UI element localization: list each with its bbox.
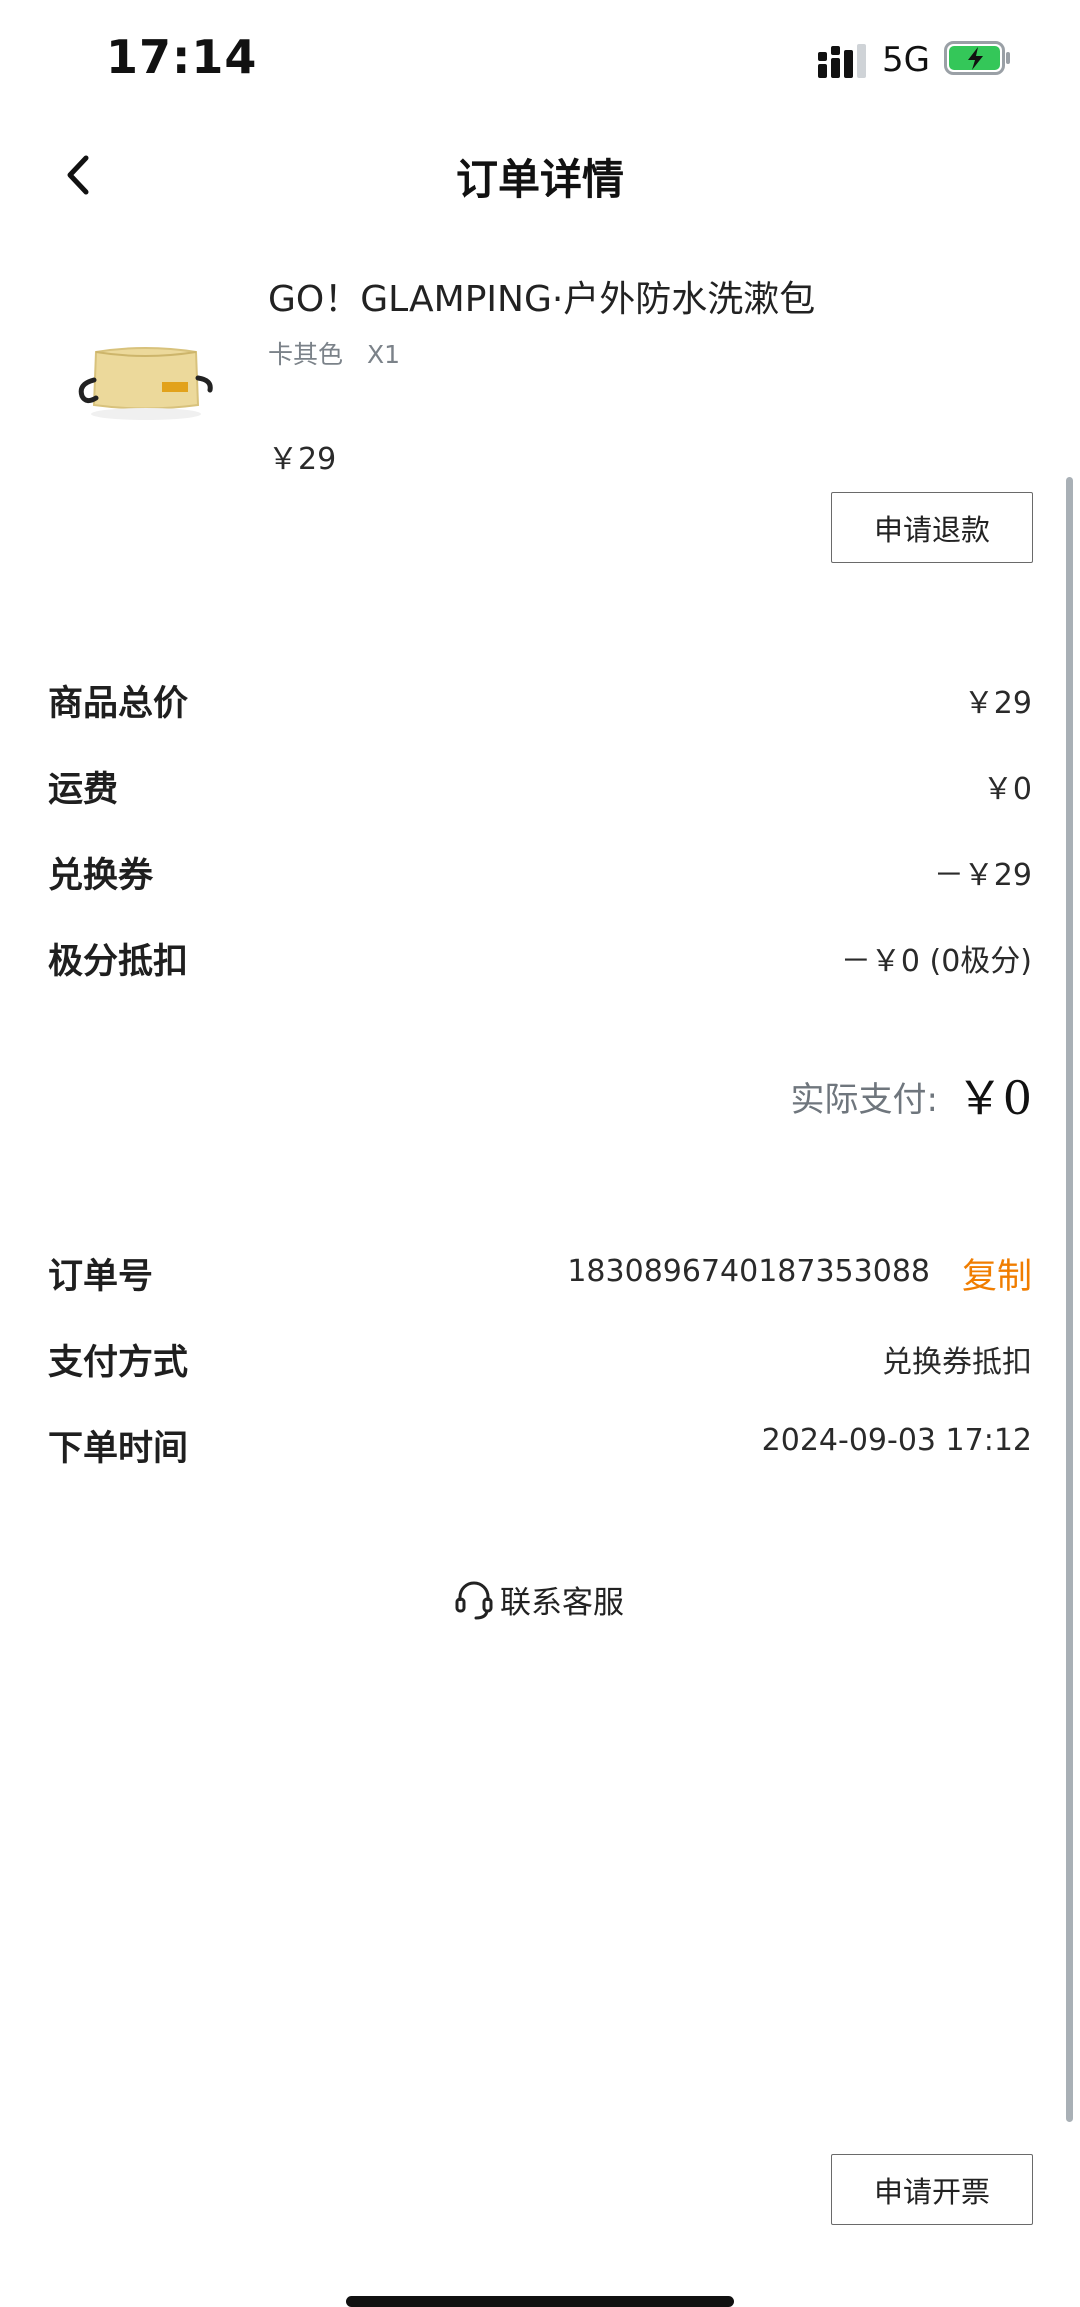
contact-service-button[interactable]: 联系客服 xyxy=(454,1577,624,1622)
network-type: 5G xyxy=(882,40,930,80)
product-price: ￥29 xyxy=(268,442,337,477)
points-deduction-label: 极分抵扣 xyxy=(48,942,189,982)
actual-payment-value: ￥0 xyxy=(956,1071,1032,1125)
product-image[interactable] xyxy=(60,300,230,450)
signal-icon xyxy=(818,44,866,78)
order-number: 1830896740187353088 xyxy=(567,1254,930,1289)
goods-total-value: ￥29 xyxy=(963,686,1032,721)
refund-button[interactable]: 申请退款 xyxy=(831,492,1033,563)
product-name[interactable]: GO！GLAMPING·户外防水洗漱包 xyxy=(268,270,815,322)
product-color: 卡其色 xyxy=(268,340,344,369)
page-title: 订单详情 xyxy=(455,155,624,204)
payment-method-label: 支付方式 xyxy=(48,1343,189,1383)
shipping-label: 运费 xyxy=(48,770,119,810)
order-time-label: 下单时间 xyxy=(48,1429,189,1469)
order-number-label: 订单号 xyxy=(48,1257,154,1297)
actual-payment-label: 实际支付: xyxy=(790,1080,938,1120)
shipping-value: ￥0 xyxy=(982,772,1032,807)
points-deduction-value: －￥0 (0极分) xyxy=(840,944,1032,979)
goods-total-label: 商品总价 xyxy=(48,684,189,724)
product-spec: 卡其色 X1 xyxy=(268,335,424,371)
coupon-label: 兑换券 xyxy=(48,856,154,896)
battery-icon xyxy=(944,41,1010,75)
invoice-button[interactable]: 申请开票 xyxy=(831,2154,1033,2225)
copy-button[interactable]: 复制 xyxy=(962,1248,1032,1299)
contact-service-label: 联系客服 xyxy=(500,1585,624,1621)
coupon-value: －￥29 xyxy=(933,858,1032,893)
headset-icon xyxy=(455,1581,493,1619)
product-quantity: X1 xyxy=(367,340,401,369)
payment-method-value: 兑换券抵扣 xyxy=(882,1345,1032,1380)
scrollbar[interactable] xyxy=(1066,477,1073,2122)
order-time-value: 2024-09-03 17:12 xyxy=(761,1423,1032,1458)
status-time: 17:14 xyxy=(106,30,258,84)
home-indicator[interactable] xyxy=(346,2296,734,2307)
